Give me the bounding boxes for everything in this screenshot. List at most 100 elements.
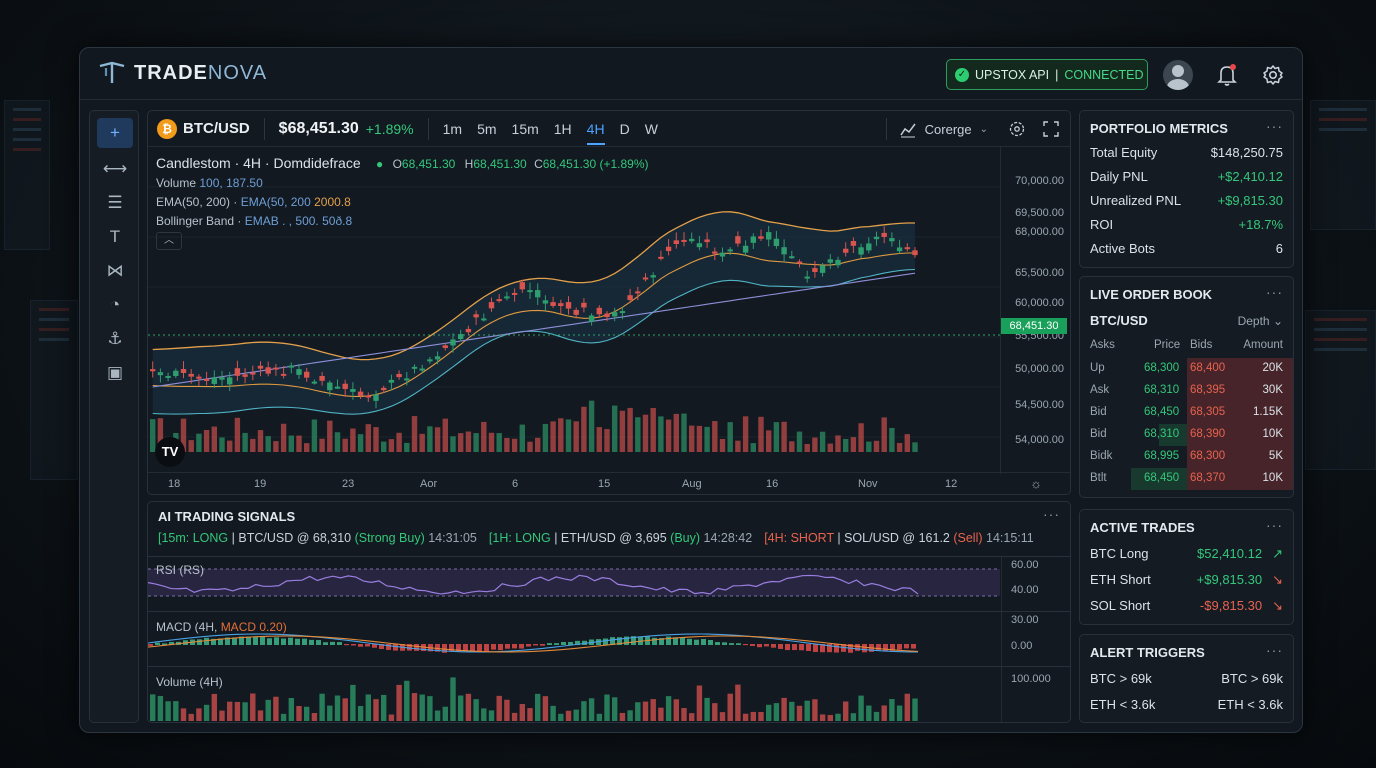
volume-chart[interactable] [148,667,1000,723]
order-book-row[interactable]: Bid 68,450 68,305 1.15K [1080,402,1293,424]
axis-settings-icon[interactable]: ☼ [1030,476,1042,491]
timeframe-1m[interactable]: 1m [443,121,462,137]
ob-col-amount: Amount [1243,339,1283,351]
volume-bar [511,438,518,452]
volume-4h-bar [804,700,810,721]
order-book-row[interactable]: Btlt 68,450 68,370 10K [1080,468,1293,490]
volume-4h-bar [650,699,656,721]
volume-4h-bar [404,680,410,721]
volume-bar [373,427,379,452]
macd-histogram-bar [358,644,363,647]
text-tool-icon[interactable]: T [97,222,133,252]
order-book-row[interactable]: Up 68,300 68,400 20K [1080,358,1293,380]
price-axis[interactable]: 70,000.00 69,500.00 68,000.00 65,500.00 60,0… [1000,147,1070,474]
brand-part-b: NOVA [207,61,268,84]
alert-row[interactable]: BTC > 69k BTC > 69k [1090,671,1283,686]
portfolio-title: PORTFOLIO METRICS [1090,121,1228,136]
portfolio-row: Unrealized PNL +$9,815.30 [1090,193,1283,208]
volume-4h-bar [904,693,910,721]
volume-4h-bar [265,699,271,721]
macd-histogram-bar [771,644,776,648]
macd-histogram-bar [351,644,356,646]
anchor-tool-icon[interactable]: ⚓ [97,324,133,354]
volume-bar [612,405,618,452]
time-axis[interactable]: ☼ 18 19 23 Aor 6 15 Aug 16 Nov 12 [148,472,1070,494]
chart-settings-gear-icon[interactable] [1008,120,1026,138]
volume-4h-bar [635,702,641,721]
collapse-legend-button[interactable]: ︿ [156,232,182,250]
macd-label-text: MACD (4H, [156,620,218,634]
timeframe-w[interactable]: W [645,121,658,137]
ob-row-amount: 1.15K [1252,406,1283,418]
timeframe-15m[interactable]: 15m [512,121,539,137]
ob-row-amount: 5K [1268,450,1283,462]
settings-gear-icon[interactable] [1258,60,1288,90]
brand-logo[interactable]: TRADENOVA [98,60,267,86]
chart-legend: Candlestom · 4H · Domdidefrace ● O68,451… [156,155,649,228]
gauge-tool-icon[interactable]: ◔ [97,290,133,320]
timeframe-5m[interactable]: 5m [477,121,496,137]
order-book-row[interactable]: Bid 68,310 68,390 10K [1080,424,1293,446]
top-bar: TRADENOVA ✓ UPSTOX API | CONNECTED [80,48,1302,100]
timeframe-1h[interactable]: 1H [554,121,572,137]
crosshair-tool-icon[interactable]: + [97,118,133,148]
tradenova-logo-icon [99,61,125,83]
fullscreen-icon[interactable] [1042,120,1060,138]
background-monitor-left [4,100,50,250]
signal-text: | BTC/USD @ 68,310 [228,531,355,545]
signals-ticker: [15m: LONG | BTC/USD @ 68,310 (Strong Bu… [158,531,1034,545]
symbol-selector[interactable]: BTC/USD [183,120,250,137]
ob-col-asks: Asks [1090,339,1115,351]
order-book-row[interactable]: Bidk 68,995 68,300 5K [1080,446,1293,468]
pattern-tool-icon[interactable]: ⋈ [97,256,133,286]
volume-4h-bar [296,706,302,721]
order-book-row[interactable]: Ask 68,310 68,395 30K [1080,380,1293,402]
connection-status-badge[interactable]: ✓ UPSTOX API | CONNECTED [946,59,1148,90]
volume-4h-bar [419,694,425,721]
depth-dropdown[interactable]: Depth ⌄ [1238,314,1283,328]
portfolio-row-label: ROI [1090,217,1114,232]
more-options-icon[interactable]: ··· [1043,506,1060,522]
notifications-bell-icon[interactable] [1212,60,1242,90]
ob-row-bid: 68,305 [1190,406,1226,418]
more-options-icon[interactable]: ··· [1266,642,1283,658]
macd-histogram-bar [337,642,342,645]
macd-histogram-bar [750,644,755,647]
more-options-icon[interactable]: ··· [1266,284,1283,300]
user-avatar[interactable] [1163,60,1193,90]
tradingview-logo-icon[interactable]: TV [155,437,185,467]
macd-histogram-bar [498,644,503,651]
macd-value: MACD 0.20) [220,620,287,634]
rsi-chart[interactable] [148,557,1000,612]
volume-bar [542,423,549,452]
volume-4h-bar [473,699,479,721]
volume-4h-bar [434,710,441,721]
trade-row[interactable]: SOL Short -$9,815.30 ↘ [1090,598,1283,614]
volume-bar [835,435,841,452]
volume-bar [519,424,525,452]
macd-histogram-bar [365,644,370,647]
alert-row[interactable]: ETH < 3.6k ETH < 3.6k [1090,697,1283,712]
lines-tool-icon[interactable]: ☰ [97,188,133,218]
ohlc-close-label: C [534,157,543,171]
clipboard-tool-icon[interactable]: ▣ [97,358,133,388]
trade-row[interactable]: ETH Short +$9,815.30 ↘ [1090,572,1283,588]
volume-4h-bar [712,703,718,721]
macd-histogram-bar [799,644,804,651]
price-axis-tick: 54,500.00 [1015,399,1064,411]
ob-row-label: Bid [1090,406,1107,418]
chart-type-dropdown[interactable]: Corerge ⌄ [885,118,988,140]
ob-row-price: 68,995 [1144,450,1180,462]
order-book-header: Asks Price Bids Amount [1080,339,1293,357]
horizontal-line-tool-icon[interactable]: ⟷ [97,154,133,184]
macd-histogram-bar [722,642,727,645]
trade-row[interactable]: BTC Long $52,410.12 ↗ [1090,546,1283,562]
volume-bar [912,442,918,452]
more-options-icon[interactable]: ··· [1266,517,1283,533]
more-options-icon[interactable]: ··· [1266,118,1283,134]
volume-bar [550,421,556,452]
macd-tick: 30.00 [1011,614,1039,626]
timeframe-d[interactable]: D [620,121,630,137]
divider [263,117,265,140]
timeframe-4h[interactable]: 4H [586,121,605,145]
